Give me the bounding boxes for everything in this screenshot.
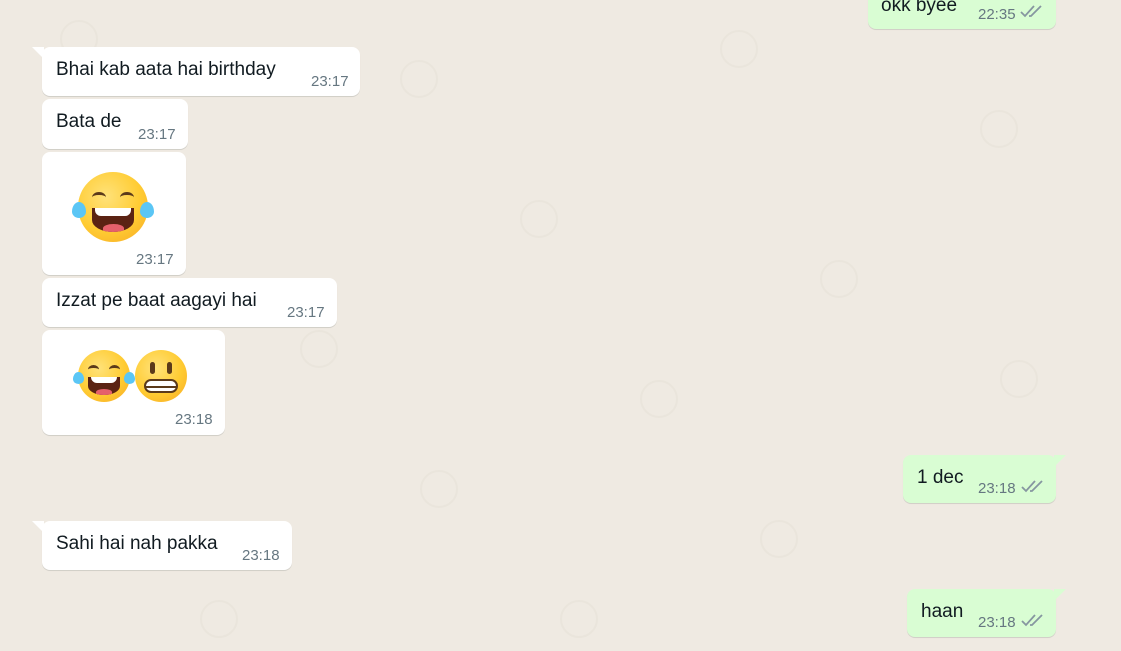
- message-text: Sahi hai nah pakka: [56, 533, 218, 554]
- message-time: 23:17: [287, 304, 325, 321]
- message-bubble-outgoing[interactable]: okk byee 22:35: [868, 0, 1056, 29]
- message-text: Bata de: [56, 111, 122, 132]
- message-time: 23:17: [136, 251, 174, 268]
- message-bubble-incoming[interactable]: Bata de 23:17: [42, 99, 188, 149]
- message-text: Izzat pe baat aagayi hai: [56, 290, 257, 311]
- message-time: 23:17: [138, 126, 176, 143]
- read-receipt-icon: [1021, 614, 1043, 627]
- message-text: okk byee: [881, 0, 958, 16]
- message-bubble-outgoing[interactable]: 1 dec 23:18: [903, 455, 1066, 503]
- message-text: 1 dec: [917, 467, 964, 488]
- message-bubble-incoming[interactable]: 23:18: [42, 330, 225, 435]
- message-time: 23:18: [242, 547, 280, 564]
- read-receipt-icon: [1020, 5, 1042, 18]
- tears-of-joy-emoji-icon: [72, 172, 154, 242]
- message-time: 23:17: [311, 73, 349, 90]
- message-bubble-outgoing[interactable]: haan 23:18: [907, 589, 1066, 637]
- message-time: 23:18: [978, 480, 1016, 497]
- message-bubble-incoming[interactable]: Bhai kab aata hai birthday 23:17: [32, 47, 360, 96]
- message-time: 22:35: [978, 6, 1016, 23]
- message-bubble-incoming[interactable]: Izzat pe baat aagayi hai 23:17: [42, 278, 337, 327]
- chat-conversation-pane[interactable]: okk byee 22:35 Bhai kab aata hai birthda…: [0, 0, 1121, 651]
- read-receipt-icon: [1021, 480, 1043, 493]
- message-time: 23:18: [175, 411, 213, 428]
- tears-of-joy-emoji-icon: [73, 350, 135, 402]
- message-time: 23:18: [978, 614, 1016, 631]
- message-bubble-incoming[interactable]: 23:17: [42, 152, 186, 275]
- grimacing-emoji-icon: [135, 350, 187, 402]
- message-text: Bhai kab aata hai birthday: [56, 59, 276, 80]
- message-text: haan: [921, 601, 964, 622]
- message-bubble-incoming[interactable]: Sahi hai nah pakka 23:18: [32, 521, 292, 570]
